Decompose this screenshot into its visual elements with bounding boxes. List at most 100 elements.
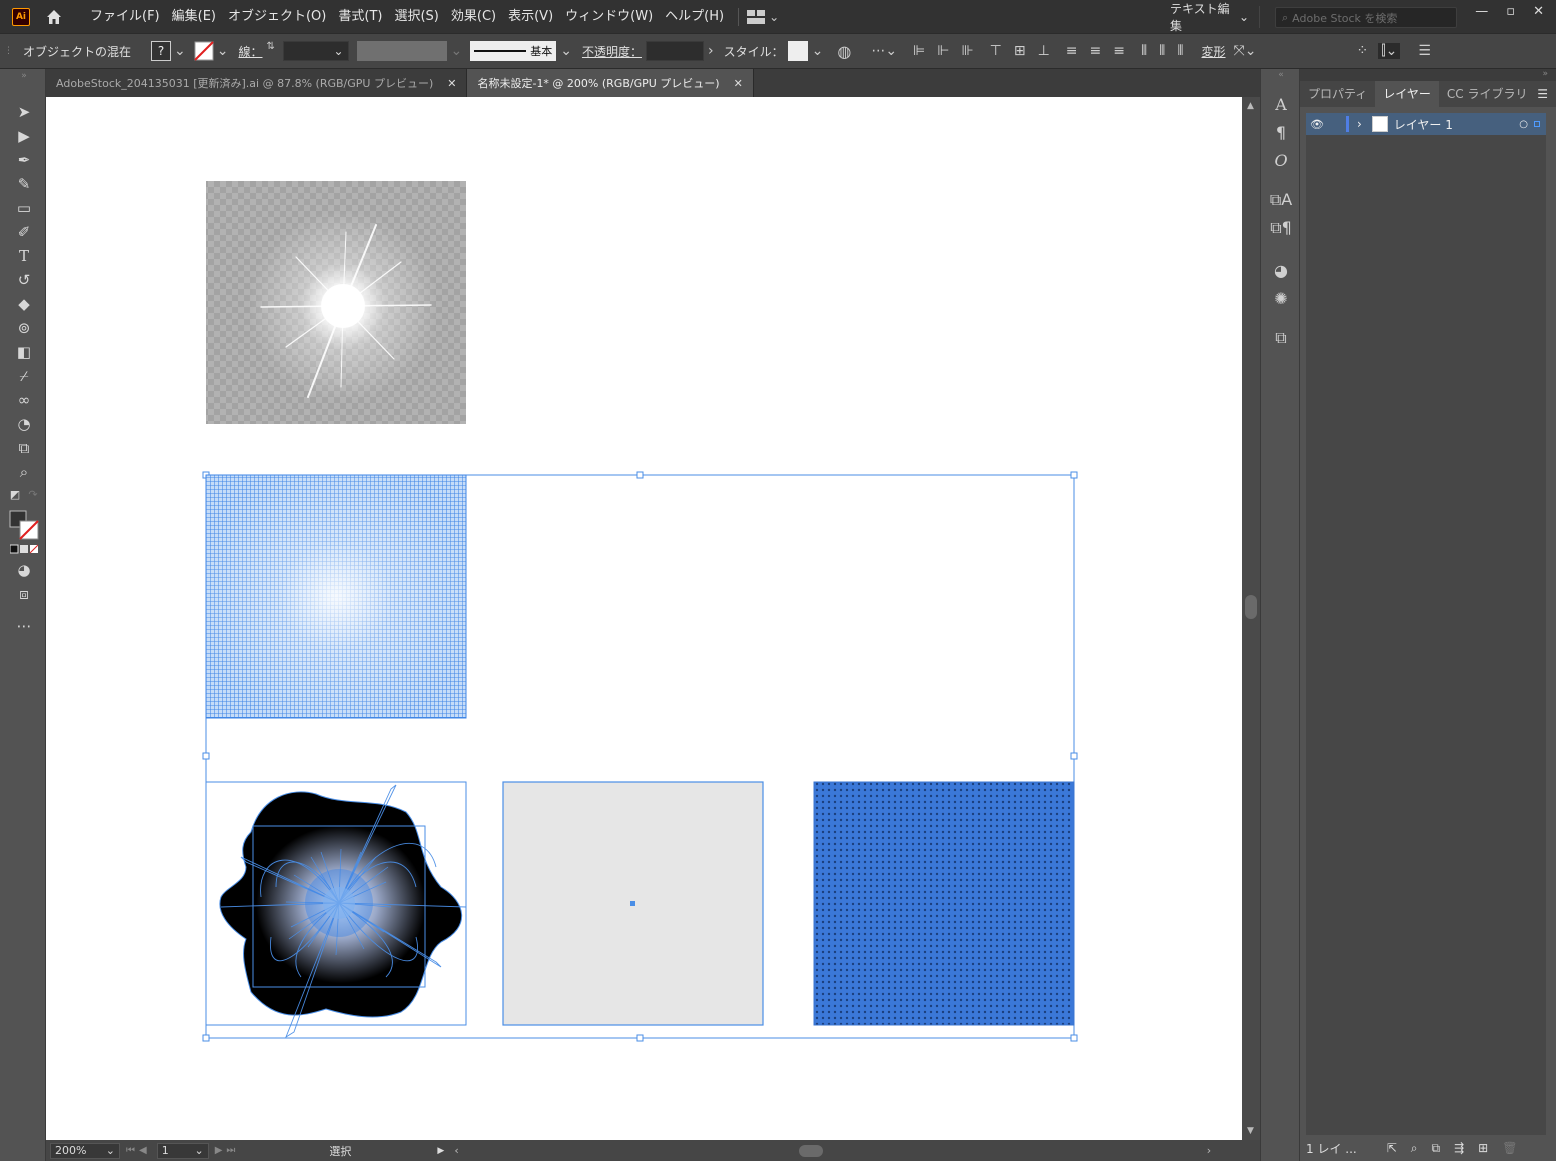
vertical-scrollbar[interactable]: ▲ ▼ (1242, 97, 1260, 1140)
transform-panel-icon[interactable]: ⧉ (1270, 327, 1292, 349)
isolate-icon[interactable]: ⤧⌄ (1234, 43, 1257, 59)
artboard-tool-icon[interactable]: ⧉ (13, 437, 35, 459)
sparkle-image[interactable] (206, 181, 466, 424)
chevron-right-icon[interactable]: › (708, 43, 714, 59)
chevron-down-icon[interactable]: ⌄ (560, 43, 572, 59)
align-to-icon[interactable]: ⋯⌄ (871, 43, 897, 59)
scroll-down-icon[interactable]: ▼ (1247, 1126, 1254, 1136)
align-top-icon[interactable]: ⊤ (990, 43, 1002, 59)
clipping-mask-icon[interactable]: ⧉ (1432, 1141, 1441, 1156)
status-menu-icon[interactable]: ▶ (437, 1146, 444, 1156)
warp-tool-icon[interactable]: ⊚ (13, 317, 35, 339)
rectangle-tool-icon[interactable]: ▭ (13, 197, 35, 219)
first-artboard-icon[interactable]: ⏮ (126, 1145, 135, 1156)
align-bottom-icon[interactable]: ⊥ (1038, 43, 1050, 59)
collapse-icon[interactable]: » (13, 71, 35, 81)
close-icon[interactable]: ✕ (447, 77, 456, 90)
menu-list-icon[interactable]: ☰ (1418, 43, 1431, 59)
appearance-panel-icon[interactable]: ◕ (1270, 259, 1292, 281)
stroke-weight-input[interactable]: ⌄ (282, 41, 349, 61)
eye-icon[interactable]: 👁 (1310, 118, 1324, 131)
next-artboard-icon[interactable]: ▶ (215, 1145, 223, 1156)
collapse-icon[interactable]: « (1270, 69, 1292, 81)
tab-cc-libraries[interactable]: CC ライブラリ (1439, 81, 1536, 107)
opacity-label[interactable]: 不透明度： (582, 43, 642, 60)
blend-tool-icon[interactable]: ∞ (13, 389, 35, 411)
arrange-documents-button[interactable]: ⌄ (747, 9, 779, 24)
type-tool-icon[interactable]: T (13, 245, 35, 267)
selection-indicator[interactable] (1534, 121, 1540, 127)
panel-menu-icon[interactable]: ☰ (1537, 87, 1548, 101)
home-icon[interactable] (44, 7, 64, 27)
collapse-icon[interactable]: » (1542, 69, 1548, 79)
search-icon[interactable]: ⌕ (1411, 1141, 1418, 1156)
zoom-tool-icon[interactable]: ⌕ (13, 461, 35, 483)
grip-icon[interactable]: ⋮ (4, 46, 13, 56)
align-left-icon[interactable]: ⊫ (913, 43, 925, 59)
menu-view[interactable]: 表示(V) (502, 0, 559, 33)
fill-swatch[interactable]: ? ⌄ (151, 41, 186, 61)
scroll-up-icon[interactable]: ▲ (1247, 101, 1254, 111)
shape-builder-tool-icon[interactable]: ◔ (13, 413, 35, 435)
previous-artboard-icon[interactable]: ◀ (139, 1145, 147, 1156)
paintbrush-tool-icon[interactable]: ✐ (13, 221, 35, 243)
menu-window[interactable]: ウィンドウ(W) (559, 0, 659, 33)
opacity-input[interactable] (645, 41, 704, 61)
distribute-right-icon[interactable]: ⦀ (1177, 43, 1183, 59)
eyedropper-tool-icon[interactable]: ⌿ (13, 365, 35, 387)
direct-selection-tool-icon[interactable]: ▶ (13, 125, 35, 147)
select-similar-icon[interactable]: ⁘ (1356, 43, 1368, 59)
tab-adobestock-document[interactable]: AdobeStock_204135031 [更新済み].ai @ 87.8% (… (46, 69, 468, 97)
pen-tool-icon[interactable]: ✒ (13, 149, 35, 171)
distribute-bottom-icon[interactable]: ≡ (1113, 43, 1125, 59)
stroke-label[interactable]: 線： (238, 43, 262, 60)
chevron-down-icon[interactable]: ⌄ (812, 43, 824, 59)
character-panel-icon[interactable]: A (1270, 93, 1292, 115)
paragraph-styles-icon[interactable]: ⧉¶ (1270, 217, 1292, 239)
close-icon[interactable]: ✕ (734, 77, 743, 90)
eraser-tool-icon[interactable]: ◆ (13, 293, 35, 315)
curvature-tool-icon[interactable]: ✎ (13, 173, 35, 195)
maximize-icon[interactable]: ▫ (1506, 4, 1515, 19)
transform-label[interactable]: 変形 (1202, 43, 1226, 60)
scroll-right-icon[interactable]: › (1207, 1144, 1211, 1157)
stroke-swatch[interactable]: ⌄ (194, 41, 228, 61)
workspace-switcher[interactable]: テキスト編集 ⌄ (1160, 2, 1260, 33)
graphic-styles-icon[interactable]: ✺ (1270, 287, 1292, 309)
align-right-icon[interactable]: ⊪ (961, 43, 973, 59)
menu-select[interactable]: 選択(S) (388, 0, 444, 33)
scroll-thumb[interactable] (1245, 595, 1257, 619)
paragraph-panel-icon[interactable]: ¶ (1270, 121, 1292, 143)
color-mode-icons[interactable] (10, 543, 38, 555)
fill-stroke-swatch[interactable] (8, 509, 40, 541)
panel-options-icon[interactable]: ⫿⌄ (1378, 43, 1401, 59)
tab-untitled-document[interactable]: 名称未設定-1* @ 200% (RGB/GPU プレビュー) ✕ (467, 69, 754, 97)
layer-name[interactable]: レイヤー 1 (1394, 116, 1453, 133)
menu-effect[interactable]: 効果(C) (445, 0, 502, 33)
menu-edit[interactable]: 編集(E) (166, 0, 222, 33)
variable-width-profile[interactable] (356, 41, 447, 61)
distribute-top-icon[interactable]: ≡ (1066, 43, 1078, 59)
export-icon[interactable]: ⇱ (1387, 1141, 1397, 1155)
dot-pattern-object[interactable] (813, 781, 1075, 1026)
new-sublayer-icon[interactable]: ⇶ (1454, 1141, 1464, 1155)
stock-search-input[interactable]: ⌕ Adobe Stock を検索 (1275, 7, 1457, 28)
more-tools-icon[interactable]: ⋯ (13, 615, 35, 637)
close-icon[interactable]: ✕ (1533, 4, 1544, 19)
distribute-hcenter-icon[interactable]: ⦀ (1159, 43, 1165, 59)
drawing-mode-icon[interactable]: ◕ (13, 559, 35, 581)
recolor-icon[interactable]: ◍ (837, 42, 851, 61)
distribute-left-icon[interactable]: ⦀ (1141, 43, 1147, 59)
menu-type[interactable]: 書式(T) (332, 0, 388, 33)
gradient-mesh-object[interactable] (205, 474, 467, 719)
stroke-stepper[interactable]: ⇅ (267, 41, 279, 61)
artboard-canvas[interactable] (46, 97, 1242, 1140)
screen-mode-icon[interactable]: ⧈ (13, 583, 35, 605)
menu-object[interactable]: オブジェクト(O) (222, 0, 332, 33)
menu-file[interactable]: ファイル(F) (84, 0, 166, 33)
trash-icon[interactable]: 🗑 (1502, 1141, 1517, 1155)
tab-properties[interactable]: プロパティ (1300, 81, 1375, 107)
character-styles-icon[interactable]: ⧉A (1270, 189, 1292, 211)
opentype-panel-icon[interactable]: O (1270, 149, 1292, 171)
align-vcenter-icon[interactable]: ⊞ (1014, 43, 1026, 59)
